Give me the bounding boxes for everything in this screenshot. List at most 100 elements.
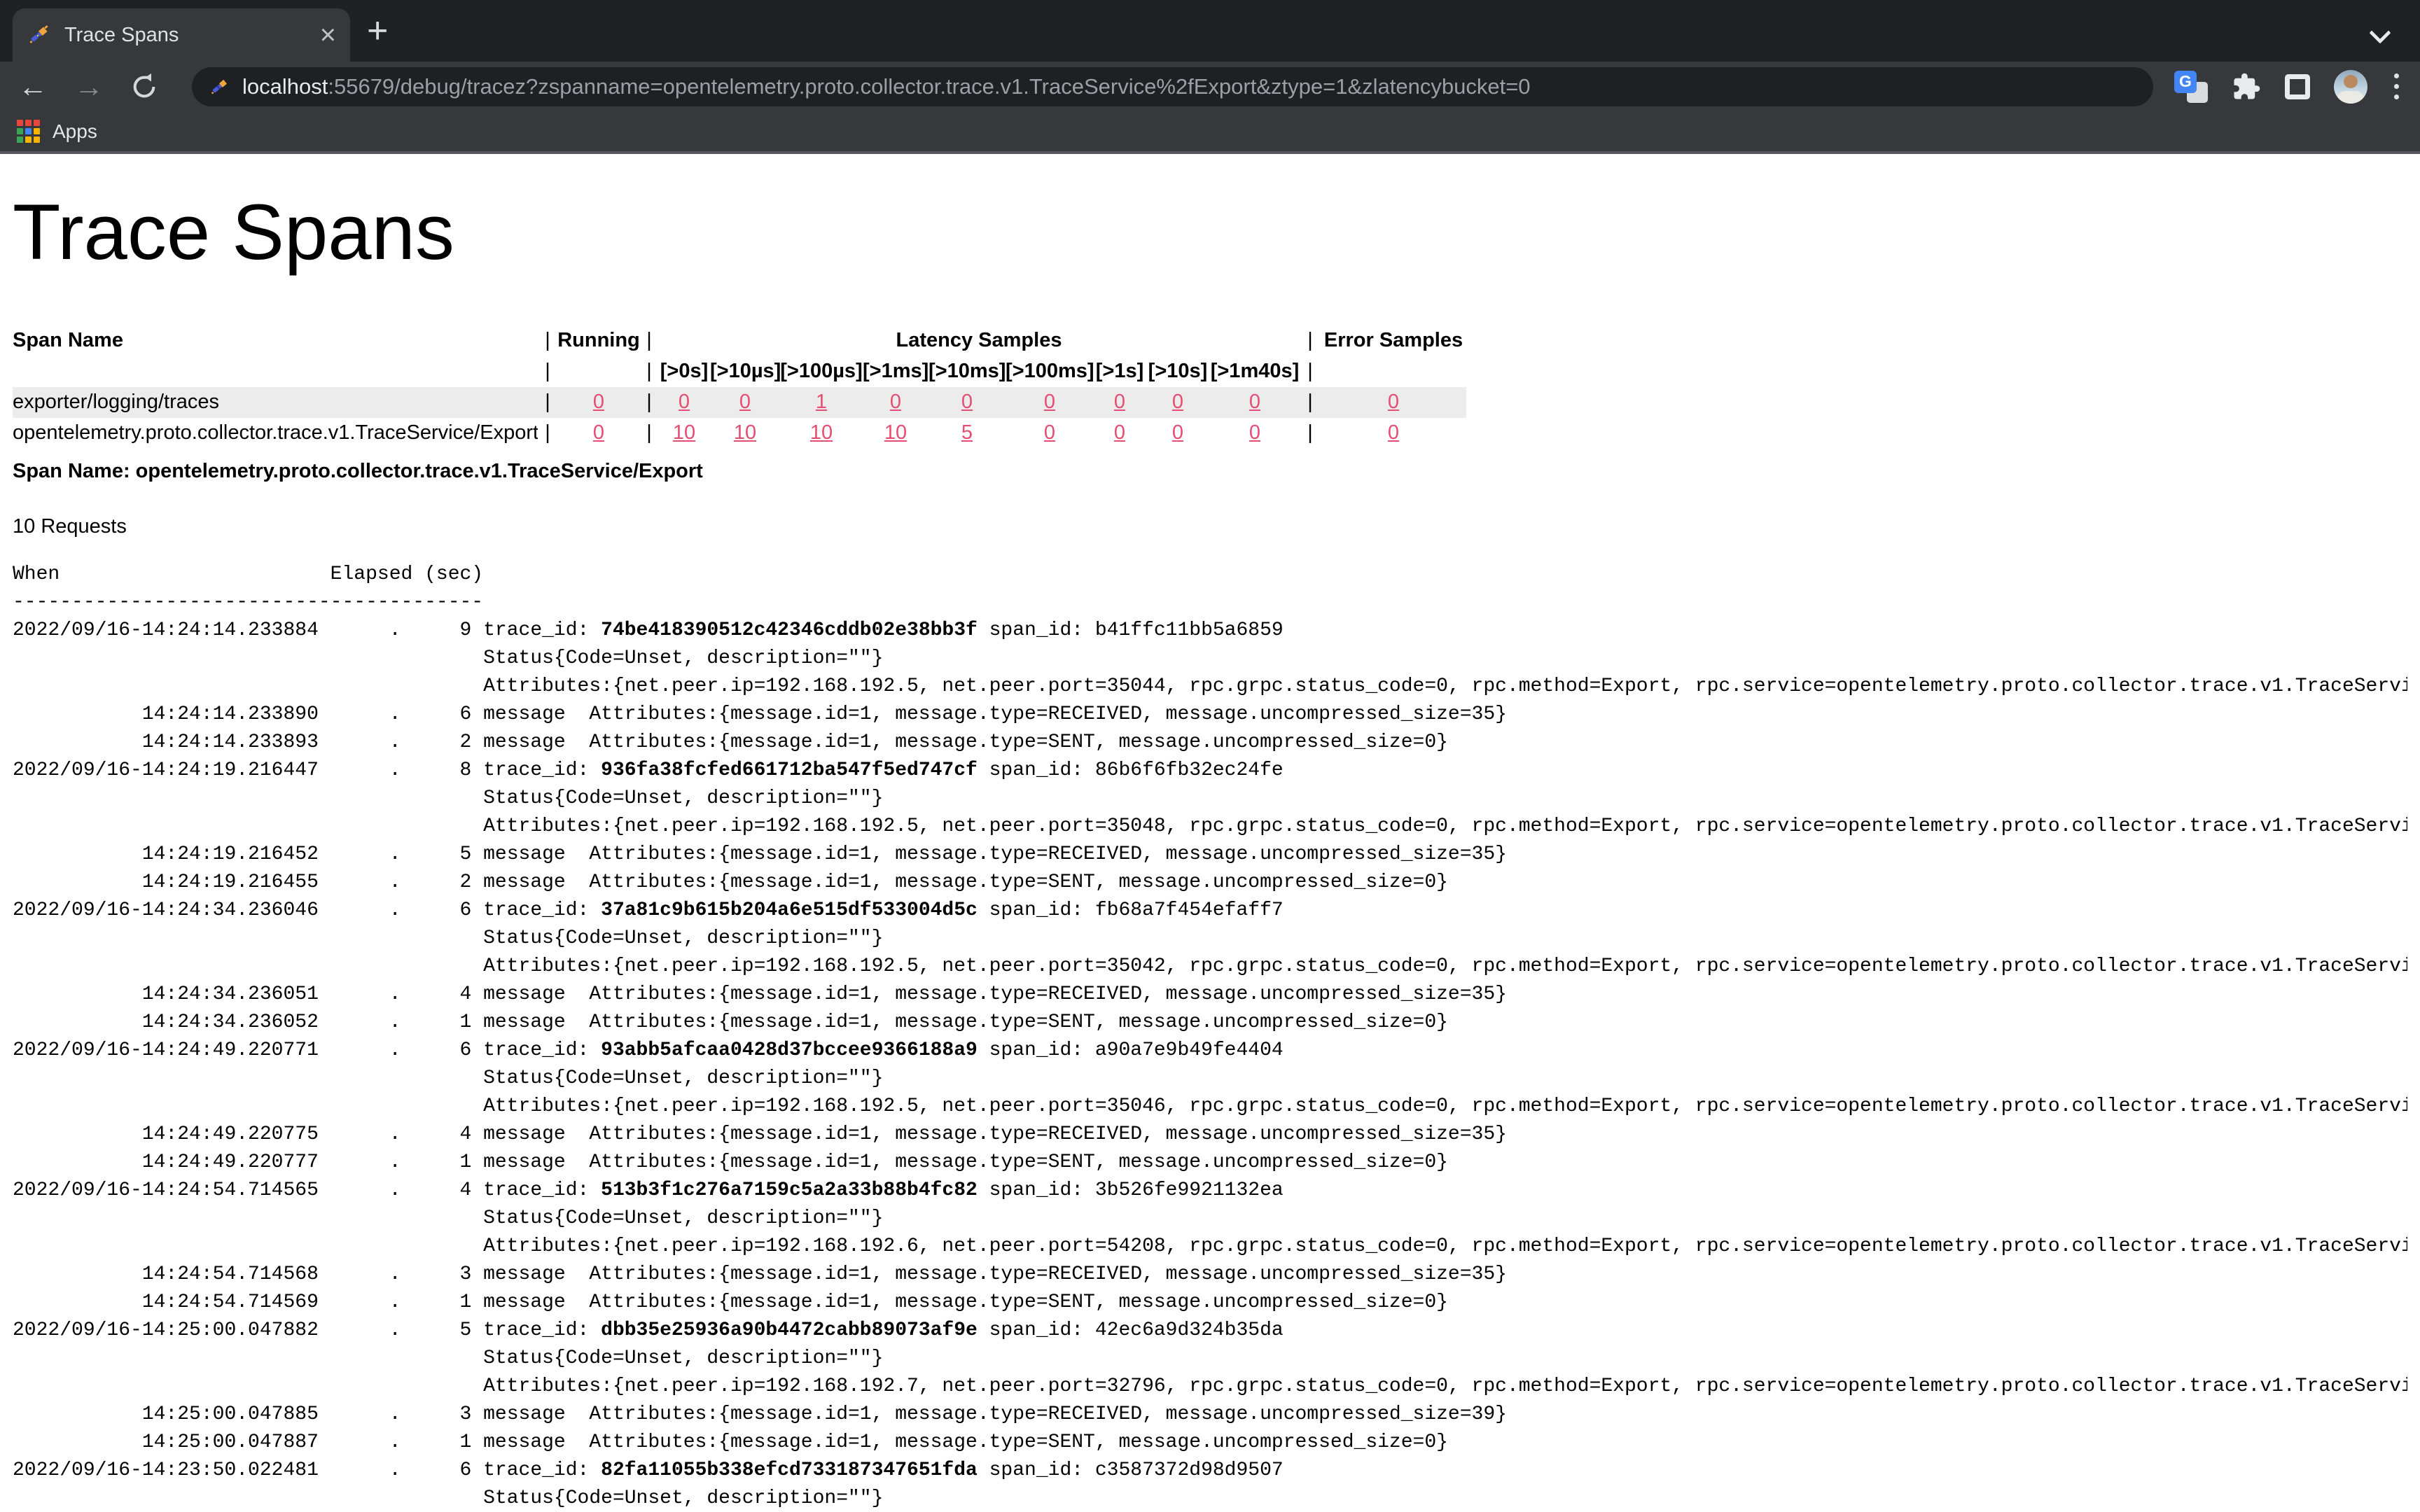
latency-count-link: 0 [1146, 387, 1210, 418]
bucket-label: [>100µs] [780, 356, 863, 387]
latency-count-link[interactable]: 10 [884, 421, 907, 444]
header-running: Running [557, 326, 640, 356]
extensions-puzzle-icon[interactable] [2232, 72, 2261, 102]
bookmarks-bar: Apps [0, 111, 2420, 151]
latency-count-link: 0 [1094, 418, 1146, 449]
running-count-link[interactable]: 0 [593, 421, 604, 444]
requests-log: When Elapsed (sec) ---------------------… [13, 561, 2407, 1512]
page-title: Trace Spans [13, 188, 2407, 278]
latency-count-link[interactable]: 0 [1114, 391, 1125, 413]
separator: | [1300, 387, 1321, 418]
latency-count-link[interactable]: 0 [1172, 421, 1183, 444]
separator: | [640, 387, 658, 418]
error-count-link[interactable]: 0 [1388, 391, 1399, 413]
translate-g-square: G [2174, 71, 2197, 93]
latency-count-link[interactable]: 10 [810, 421, 833, 444]
latency-count-link[interactable]: 0 [1249, 421, 1260, 444]
trace-id: 82fa11055b338efcd733187347651fda [601, 1460, 978, 1481]
table-cell [13, 356, 538, 387]
site-flashlight-icon [209, 76, 230, 97]
table-cell [1321, 356, 1466, 387]
latency-count-link[interactable]: 5 [961, 421, 973, 444]
new-tab-button[interactable]: + [367, 10, 388, 52]
latency-count-link[interactable]: 0 [1172, 391, 1183, 413]
bucket-label: [>1ms] [863, 356, 929, 387]
latency-count-link: 1 [780, 387, 863, 418]
span-name-cell: opentelemetry.proto.collector.trace.v1.T… [13, 418, 538, 449]
trace-id: 936fa38fcfed661712ba547f5ed747cf [601, 760, 978, 781]
separator: | [1300, 326, 1321, 356]
separator: | [538, 387, 557, 418]
latency-count-link[interactable]: 10 [673, 421, 695, 444]
span-summary-table: Span Name|Running|Latency Samples|Error … [13, 326, 1466, 449]
side-panel-icon[interactable] [2285, 74, 2310, 99]
separator: | [640, 356, 658, 387]
error-count-link: 0 [1321, 418, 1466, 449]
tab-close-icon[interactable]: × [320, 21, 336, 49]
running-count-link: 0 [557, 418, 640, 449]
latency-count-link[interactable]: 0 [739, 391, 751, 413]
latency-count-link[interactable]: 0 [1044, 421, 1055, 444]
latency-count-link[interactable]: 10 [734, 421, 756, 444]
latency-count-link: 0 [710, 387, 780, 418]
header-latency-samples: Latency Samples [658, 326, 1300, 356]
bucket-label: [>10ms] [929, 356, 1006, 387]
span-name-cell: exporter/logging/traces [13, 387, 538, 418]
apps-shortcut[interactable]: Apps [53, 120, 97, 143]
latency-count-link: 0 [1094, 387, 1146, 418]
back-button[interactable]: ← [18, 72, 48, 102]
request-count: 10 Requests [13, 515, 2407, 538]
tab-title: Trace Spans [64, 24, 320, 47]
latency-count-link: 0 [1006, 418, 1094, 449]
running-count-link: 0 [557, 387, 640, 418]
separator: | [640, 418, 658, 449]
bucket-label: [>100ms] [1006, 356, 1094, 387]
latency-count-link: 0 [863, 387, 929, 418]
trace-id: dbb35e25936a90b4472cabb89073af9e [601, 1320, 978, 1341]
tab-search-chevron-icon[interactable] [2369, 22, 2391, 43]
latency-count-link[interactable]: 0 [1044, 391, 1055, 413]
bucket-label: [>0s] [658, 356, 710, 387]
tracez-page: Trace Spans Span Name|Running|Latency Sa… [0, 188, 2420, 1512]
browser-menu-icon[interactable] [2391, 71, 2402, 102]
separator: | [1300, 356, 1321, 387]
latency-count-link: 5 [929, 418, 1006, 449]
latency-count-link[interactable]: 0 [1114, 421, 1125, 444]
error-count-link[interactable]: 0 [1388, 421, 1399, 444]
omnibox[interactable]: localhost:55679/debug/tracez?zspanname=o… [192, 67, 2153, 106]
table-cell [557, 356, 640, 387]
latency-count-link: 10 [780, 418, 863, 449]
latency-count-link[interactable]: 0 [961, 391, 973, 413]
latency-count-link: 0 [1210, 387, 1300, 418]
avatar-head [2344, 75, 2358, 88]
profile-avatar[interactable] [2334, 70, 2367, 104]
latency-count-link: 0 [1146, 418, 1210, 449]
latency-count-link[interactable]: 1 [816, 391, 827, 413]
error-count-link: 0 [1321, 387, 1466, 418]
reload-button[interactable] [130, 73, 158, 101]
latency-count-link[interactable]: 0 [890, 391, 901, 413]
trace-id: 513b3f1c276a7159c5a2a33b88b4fc82 [601, 1180, 978, 1201]
trace-id: 37a81c9b615b204a6e515df533004d5c [601, 899, 978, 921]
bucket-label: [>1m40s] [1210, 356, 1300, 387]
latency-count-link: 0 [1006, 387, 1094, 418]
trace-id: 93abb5afcaa0428d37bccee9366188a9 [601, 1040, 978, 1061]
table-header-row: Span Name|Running|Latency Samples|Error … [13, 326, 1466, 356]
separator: | [640, 326, 658, 356]
span-row: opentelemetry.proto.collector.trace.v1.T… [13, 418, 1466, 449]
latency-count-link: 10 [658, 418, 710, 449]
bucket-header-row: ||[>0s][>10µs][>100µs][>1ms][>10ms][>100… [13, 356, 1466, 387]
running-count-link[interactable]: 0 [593, 391, 604, 413]
forward-button[interactable]: → [74, 72, 104, 102]
translate-icon[interactable]: G [2174, 71, 2208, 103]
latency-count-link: 10 [710, 418, 780, 449]
trace-id: 74be418390512c42346cddb02e38bb3f [601, 620, 978, 641]
latency-count-link[interactable]: 0 [679, 391, 690, 413]
selected-span-label: Span Name: opentelemetry.proto.collector… [13, 460, 2407, 483]
url-path: :55679/debug/tracez?zspanname=openteleme… [328, 74, 1530, 99]
browser-tab[interactable]: Trace Spans × [13, 8, 350, 62]
apps-grid-icon[interactable] [17, 120, 40, 143]
bucket-label: [>10s] [1146, 356, 1210, 387]
latency-count-link: 10 [863, 418, 929, 449]
latency-count-link[interactable]: 0 [1249, 391, 1260, 413]
